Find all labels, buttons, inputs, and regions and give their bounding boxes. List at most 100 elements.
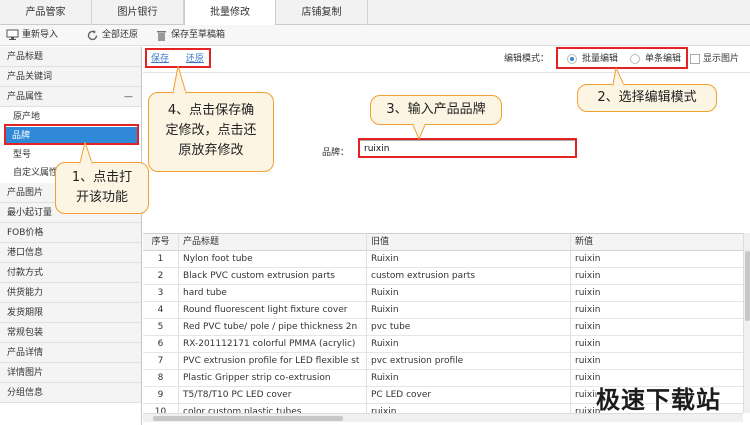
row-old-value: Ruixin xyxy=(367,251,571,268)
table-header: 序号 产品标题 旧值 新值 xyxy=(143,234,743,251)
callout-text: 定修改，点击还 xyxy=(165,123,257,138)
row-title: hard tube xyxy=(179,285,367,302)
callout-pointer xyxy=(612,68,625,86)
column-header-new-value[interactable]: 新值 xyxy=(571,234,743,251)
sidebar-item-label: 供货能力 xyxy=(7,288,44,298)
column-header-old-value[interactable]: 旧值 xyxy=(367,234,571,251)
table-row[interactable]: 1 Nylon foot tube Ruixin ruixin xyxy=(143,251,743,268)
row-new-value: ruixin xyxy=(575,339,601,349)
row-title: Red PVC tube/ pole / pipe thickness 2n xyxy=(179,319,367,336)
row-new-value: ruixin xyxy=(575,322,601,332)
callout-step-1: 1、点击打 开该功能 xyxy=(55,162,149,214)
highlight-brand-item xyxy=(4,124,139,145)
scroll-thumb[interactable] xyxy=(745,251,750,321)
brand-field-label: 品牌： xyxy=(322,148,350,158)
sidebar-item-supply[interactable]: 供货能力 xyxy=(0,283,141,303)
sidebar-item-label: 分组信息 xyxy=(7,388,44,398)
row-old-value: Ruixin xyxy=(367,302,571,319)
row-old-value: Ruixin xyxy=(367,336,571,353)
sidebar-item-port[interactable]: 港口信息 xyxy=(0,243,141,263)
restore-all-button[interactable]: 全部还原 xyxy=(86,28,146,43)
column-header-index[interactable]: 序号 xyxy=(143,234,179,251)
sidebar-item-label: 产品图片 xyxy=(7,188,44,198)
trash-icon xyxy=(157,31,166,41)
sidebar-item-delivery[interactable]: 发货期限 xyxy=(0,303,141,323)
table-row[interactable]: 4 Round fluorescent light fixture cover Ru… xyxy=(143,302,743,319)
row-index: 2 xyxy=(143,268,179,285)
monitor-icon xyxy=(6,29,19,40)
show-images-label[interactable]: 显示图片 xyxy=(703,51,739,67)
table-row[interactable]: 6 RX-201112171 colorful PMMA (acrylic) Rui… xyxy=(143,336,743,353)
sidebar-item-label: 详情图片 xyxy=(7,368,44,378)
row-title: T5/T8/T10 PC LED cover xyxy=(179,387,367,404)
row-new-value: ruixin xyxy=(575,254,601,264)
sidebar-item-fob-price[interactable]: FOB价格 xyxy=(0,223,141,243)
row-old-value: pvc tube xyxy=(367,319,571,336)
edit-mode-label: 编辑模式： xyxy=(504,54,550,64)
row-index: 10 xyxy=(143,404,179,413)
scroll-thumb[interactable] xyxy=(153,416,343,421)
row-new-value: ruixin xyxy=(575,305,601,315)
row-index: 6 xyxy=(143,336,179,353)
sidebar-item-label: FOB价格 xyxy=(7,228,44,238)
callout-pointer xyxy=(172,66,187,94)
collapse-icon[interactable]: — xyxy=(124,87,133,107)
callout-step-3: 3、输入产品品牌 xyxy=(370,95,502,125)
row-old-value: pvc extrusion profile xyxy=(367,353,571,370)
row-title: Plastic Gripper strip co-extrusion xyxy=(179,370,367,387)
sidebar-item-label: 发货期限 xyxy=(7,308,44,318)
row-old-value: ruixin xyxy=(367,404,571,413)
row-index: 3 xyxy=(143,285,179,302)
callout-text: 1、点击打 xyxy=(71,170,133,185)
sidebar-item-label: 产品详情 xyxy=(7,348,44,358)
row-index: 9 xyxy=(143,387,179,404)
field-sidebar: 产品标题 产品关键词 产品属性 — 原产地 品牌 型号 自定义属性 产品图片 最… xyxy=(0,47,142,425)
callout-text: 开该功能 xyxy=(75,190,128,205)
row-index: 5 xyxy=(143,319,179,336)
show-images-checkbox[interactable] xyxy=(690,54,700,64)
callout-text: 4、点击保存确 xyxy=(167,103,255,118)
row-title: Nylon foot tube xyxy=(179,251,367,268)
row-index: 4 xyxy=(143,302,179,319)
sidebar-item-detail-images[interactable]: 详情图片 xyxy=(0,363,141,383)
sidebar-item-attributes[interactable]: 产品属性 — xyxy=(0,87,141,107)
row-old-value: Ruixin xyxy=(367,370,571,387)
tab-shop-copy[interactable]: 店铺复制 xyxy=(276,0,368,25)
table-row[interactable]: 5 Red PVC tube/ pole / pipe thickness 2n p… xyxy=(143,319,743,336)
sidebar-item-details[interactable]: 产品详情 xyxy=(0,343,141,363)
refresh-icon xyxy=(87,30,98,41)
reimport-button[interactable]: 重新导入 xyxy=(6,28,76,43)
sidebar-item-packaging[interactable]: 常规包装 xyxy=(0,323,141,343)
row-old-value: PC LED cover xyxy=(367,387,571,404)
row-title: Round fluorescent light fixture cover xyxy=(179,302,367,319)
sidebar-item-payment[interactable]: 付款方式 xyxy=(0,263,141,283)
reimport-label: 重新导入 xyxy=(22,30,59,40)
row-old-value: custom extrusion parts xyxy=(367,268,571,285)
sidebar-item-title[interactable]: 产品标题 xyxy=(0,47,141,67)
callout-text: 原放弃修改 xyxy=(178,143,244,158)
divider xyxy=(143,72,750,73)
tab-batch-edit[interactable]: 批量修改 xyxy=(184,0,276,26)
callout-step-2: 2、选择编辑模式 xyxy=(577,84,717,112)
row-index: 7 xyxy=(143,353,179,370)
row-title: color custom plastic tubes xyxy=(179,404,367,413)
save-draft-button[interactable]: 保存至草稿箱 xyxy=(155,28,235,43)
toolbar: 重新导入 全部还原 保存至草稿箱 xyxy=(0,25,750,46)
row-title: Black PVC custom extrusion parts xyxy=(179,268,367,285)
tab-product-manager[interactable]: 产品管家 xyxy=(0,0,92,25)
sidebar-item-label: 产品标题 xyxy=(7,52,44,62)
row-new-value: ruixin xyxy=(575,271,601,281)
row-old-value: Ruixin xyxy=(367,285,571,302)
sidebar-item-keywords[interactable]: 产品关键词 xyxy=(0,67,141,87)
tab-image-bank[interactable]: 图片银行 xyxy=(92,0,184,25)
row-new-value: ruixin xyxy=(575,356,601,366)
row-title: RX-201112171 colorful PMMA (acrylic) xyxy=(179,336,367,353)
sidebar-item-label: 最小起订量 xyxy=(7,208,53,218)
sidebar-item-groups[interactable]: 分组信息 xyxy=(0,383,141,403)
table-row[interactable]: 2 Black PVC custom extrusion parts custom … xyxy=(143,268,743,285)
sidebar-item-label: 产品关键词 xyxy=(7,72,53,82)
table-row[interactable]: 3 hard tube Ruixin ruixin xyxy=(143,285,743,302)
highlight-edit-mode xyxy=(556,47,688,69)
table-row[interactable]: 7 PVC extrusion profile for LED flexible … xyxy=(143,353,743,370)
column-header-title[interactable]: 产品标题 xyxy=(179,234,367,251)
